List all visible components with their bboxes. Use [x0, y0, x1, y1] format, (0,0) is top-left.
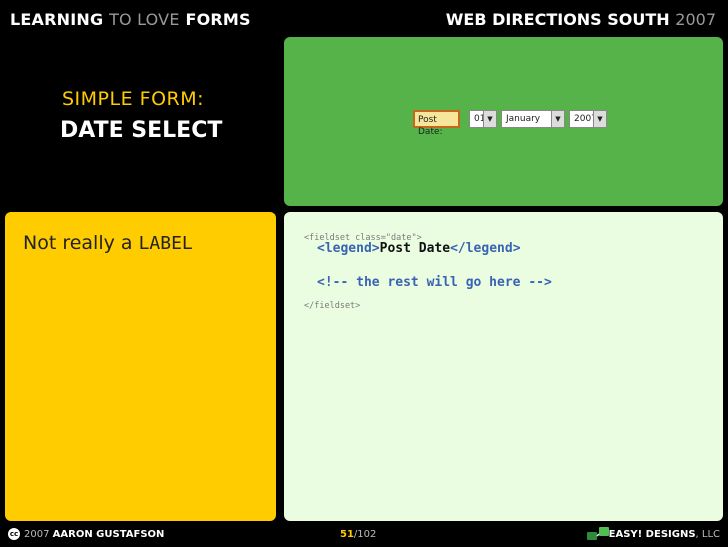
slide-title: DATE SELECT: [60, 118, 223, 143]
code-line-fieldset-close: </fieldset>: [304, 301, 361, 311]
footer-company-suffix: , LLC: [695, 529, 720, 540]
footer-company-name: EASY! DESIGNS: [608, 529, 696, 540]
header-year: 2007: [675, 10, 716, 29]
header-right-title: WEB DIRECTIONS SOUTH 2007: [446, 10, 716, 29]
day-select[interactable]: 01 ▼: [469, 110, 497, 128]
slide-subtitle: SIMPLE FORM:: [62, 88, 205, 110]
month-select-value: January: [506, 114, 541, 124]
header-learning: LEARNING: [10, 10, 104, 29]
footer-year: 2007: [24, 529, 50, 540]
note-panel: [5, 212, 276, 521]
page-counter: 51/102: [340, 529, 376, 540]
creative-commons-icon: cc: [8, 528, 20, 540]
example-legend: Post Date:: [413, 110, 460, 137]
easy-designs-logo-icon: [587, 527, 609, 540]
code-line-legend: <legend>Post Date</legend>: [317, 241, 521, 256]
code-panel: [284, 212, 723, 521]
header-forms: FORMS: [185, 10, 251, 29]
page-current: 51: [340, 529, 354, 540]
header-to-love: TO LOVE: [109, 10, 180, 29]
note-text: Not really a LABEL: [23, 232, 193, 254]
month-select[interactable]: January ▼: [501, 110, 565, 128]
code-legend-open: <legend>: [317, 241, 380, 256]
code-legend-close: </legend>: [450, 241, 521, 256]
chevron-down-icon: ▼: [483, 111, 496, 127]
page-total: /102: [353, 529, 377, 540]
footer-author: 2007 AARON GUSTAFSON: [24, 529, 164, 540]
note-text-mono: LABEL: [138, 233, 193, 254]
code-line-comment: <!-- the rest will go here -->: [317, 275, 552, 290]
chevron-down-icon: ▼: [593, 111, 606, 127]
note-text-plain: Not really a: [23, 232, 139, 254]
code-legend-text: Post Date: [379, 241, 451, 256]
chevron-down-icon: ▼: [551, 111, 564, 127]
header-event: WEB DIRECTIONS SOUTH: [445, 10, 670, 29]
footer-company: EASY! DESIGNS, LLC: [609, 529, 720, 540]
footer-author-name: AARON GUSTAFSON: [52, 529, 165, 540]
year-select[interactable]: 2007 ▼: [569, 110, 607, 128]
header-left-title: LEARNING TO LOVE FORMS: [10, 10, 251, 29]
